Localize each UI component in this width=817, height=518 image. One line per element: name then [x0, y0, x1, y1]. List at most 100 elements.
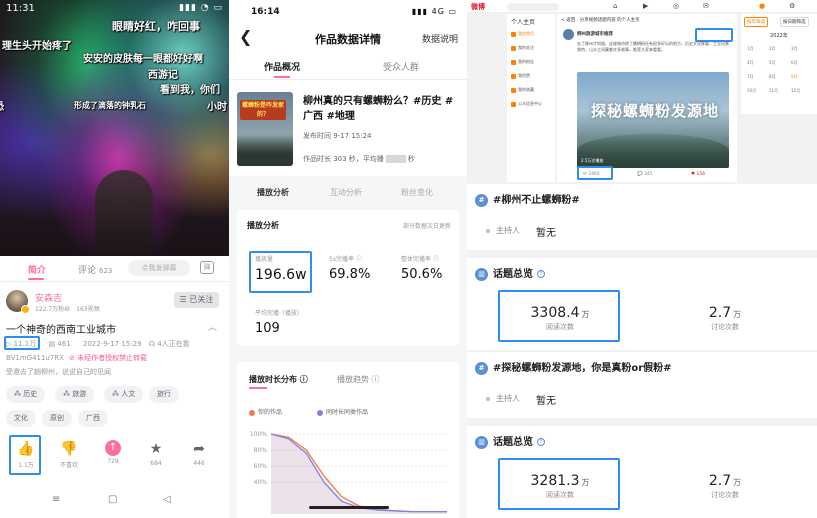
sidebar-item[interactable]: 我的首页 [511, 31, 534, 37]
filter-by-year[interactable]: 按年筛选 [744, 17, 768, 27]
like-button[interactable]: ♥ 156 [691, 172, 705, 177]
dislike-button[interactable]: 👎 不喜欢 [49, 440, 89, 469]
filter-by-date[interactable]: 按日期筛选 [780, 17, 809, 27]
month-cell[interactable]: 6月 [791, 60, 798, 66]
publish-time: 发布时间 9-17 15:24 [303, 132, 372, 140]
sidebar-item-icon [511, 101, 516, 107]
expand-caret-icon[interactable]: ︿ [208, 320, 217, 333]
tab-comments[interactable]: 评论 623 [78, 263, 112, 276]
tag-label: 人文 [121, 390, 136, 398]
tag-chip[interactable]: 旅行 [149, 386, 179, 403]
tag-chip[interactable]: 原创 [42, 410, 72, 427]
comment-count: 623 [99, 267, 113, 275]
repost-warning-text: 未经作者授权禁止转载 [77, 354, 148, 362]
coin-button[interactable]: ↑ 729 [93, 440, 133, 465]
tab-play-trend[interactable]: 播放趋势 ⓘ [337, 374, 380, 385]
month-cell[interactable]: 7月 [747, 74, 754, 80]
metric-label: 整体完播率 ⓘ [401, 256, 439, 263]
video-player[interactable]: 眼睛好红，咋回事 理生头开始疼了 安安的皮肤每一眼都好好啊 西游记 看到我，你们… [0, 0, 229, 256]
sidebar-item[interactable]: 我的关注 [511, 45, 534, 51]
month-cell[interactable]: 12月 [791, 88, 800, 94]
discuss-count: 2.7 万讨论次数 [685, 302, 765, 332]
sidebar-item[interactable]: 公众信息中心 [511, 101, 542, 107]
month-cell[interactable]: 4月 [747, 60, 754, 66]
tag-chip[interactable]: 广西 [78, 410, 108, 427]
home-nav-icon[interactable]: ▢ [108, 494, 117, 505]
avatar[interactable] [563, 29, 574, 40]
danmu-value: 461 [57, 340, 71, 348]
weibo-logo[interactable]: 微博 [471, 2, 485, 12]
like-button[interactable]: 👍 1.1万 [6, 440, 46, 469]
tag-chip[interactable]: ⁂ 旅游 [55, 386, 95, 403]
video-thumbnail[interactable]: 螺蛳粉是咋发家的？ [237, 92, 293, 166]
danmu-toggle-icon[interactable]: 弹 [200, 261, 214, 274]
read-label: 阅读次数 [546, 323, 574, 331]
avatar[interactable] [6, 290, 30, 314]
tag-chip[interactable]: ⁂ 人文 [104, 386, 144, 403]
month-cell[interactable]: 8月 [769, 74, 776, 80]
post-header[interactable]: < 返回 分享视频话题内容 的个人主页 [561, 17, 733, 23]
tab-play-analysis[interactable]: 播放分析 [257, 187, 289, 198]
tab-intro[interactable]: 简介 [28, 263, 46, 276]
back-nav-icon[interactable]: ◁ [163, 494, 171, 505]
tag-chip[interactable]: 文化 [6, 410, 36, 427]
topic-header: # #柳州不止螺蛳粉# [467, 184, 817, 212]
status-icons: ▮▮▮ 4G ▭ [411, 7, 457, 16]
sidebar-item[interactable]: 我的粉丝 [511, 59, 534, 65]
month-cell[interactable]: 3月 [791, 46, 798, 52]
month-cell[interactable]: 2月 [769, 46, 776, 52]
tab-underline [274, 76, 290, 78]
video-icon[interactable]: ▶ [643, 2, 648, 10]
post-author[interactable]: 柳州旅游城市推荐 [577, 31, 613, 37]
search-input[interactable] [507, 3, 559, 11]
share-button[interactable]: ➦ 446 [179, 440, 219, 467]
follow-button[interactable]: ☰ 已关注 [174, 292, 219, 308]
danmu-comment: 西游记 [148, 70, 178, 81]
favorite-button[interactable]: ★ 684 [136, 440, 176, 467]
thumbnail-city [237, 136, 293, 166]
home-icon[interactable]: ⌂ [613, 2, 617, 10]
tab-overview[interactable]: 作品概况 [264, 60, 300, 73]
profile-icon[interactable]: ● [759, 2, 765, 10]
settings-icon[interactable]: ⚙ [789, 2, 795, 10]
status-time: 11:31 [6, 3, 35, 14]
uploader-name[interactable]: 安森吉 [35, 291, 62, 304]
comment-button[interactable]: 💬 345 [637, 172, 653, 177]
sidebar-item[interactable]: 我的收藏 [511, 87, 534, 93]
chart-icon: ▥ [475, 435, 488, 449]
tab-interaction-analysis[interactable]: 互动分析 [330, 187, 362, 198]
sidebar-title: 个人主页 [511, 19, 536, 26]
tab-fan-change[interactable]: 粉丝变化 [401, 187, 433, 198]
month-cell[interactable]: 5月 [769, 60, 776, 66]
bvid: BV1mG411u7RX [6, 354, 64, 362]
info-icon[interactable]: ? [537, 270, 545, 278]
month-cell[interactable]: 10月 [747, 88, 756, 94]
data-tabs: 作品概况 受众人群 [229, 54, 467, 80]
danmu-input[interactable]: 点我发弹幕 [128, 260, 190, 276]
info-icon[interactable]: ? [537, 438, 545, 446]
repost-warning: ⊘ 未经作者授权禁止转载 [68, 354, 148, 362]
month-cell[interactable]: 1月 [747, 46, 754, 52]
work-summary-card[interactable]: 螺蛳粉是咋发家的？ 柳州真的只有螺蛳粉么？#历史 #广西 #地理 发布时间 9-… [229, 80, 467, 176]
topic-title[interactable]: # #探秘螺蛳粉发源地，你是真粉or假粉# [475, 359, 672, 375]
discover-icon[interactable]: ◎ [673, 2, 679, 10]
month-cell[interactable]: 11月 [769, 88, 778, 94]
message-icon[interactable]: ✉ [703, 2, 709, 10]
sidebar-item[interactable]: 我的赞 [511, 73, 530, 79]
menu-nav-icon[interactable]: ≡ [52, 494, 60, 505]
sidebar-item-icon [511, 59, 516, 65]
post-video[interactable]: 探秘螺蛳粉发源地 2.5万次播放 [577, 72, 729, 168]
repost-button[interactable]: ⟳ 2460 [583, 172, 600, 177]
data-help-link[interactable]: 数据说明 [422, 32, 458, 45]
topic-title[interactable]: # #柳州不止螺蛳粉# [475, 191, 580, 207]
topic-title-text: #柳州不止螺蛳粉# [493, 195, 580, 206]
status-bar: 11:31 ▮▮▮ ◔ ▭ [0, 0, 229, 18]
tag-chip[interactable]: ⁂ 历史 [6, 386, 46, 403]
sidebar-item-label: 我的收藏 [518, 87, 534, 92]
video-stats: ▷ 11.1万 ▤ 461 2022-9-17 15:29 ☊ 4人正在看 [6, 339, 200, 349]
read-count: 3281.3 万阅读次数 [501, 470, 619, 500]
tab-audience[interactable]: 受众人群 [383, 60, 419, 73]
coin-icon: ↑ [105, 440, 121, 456]
tab-duration-distribution[interactable]: 播放时长分布 ⓘ [249, 374, 308, 385]
month-cell[interactable]: 9月 [791, 74, 798, 80]
